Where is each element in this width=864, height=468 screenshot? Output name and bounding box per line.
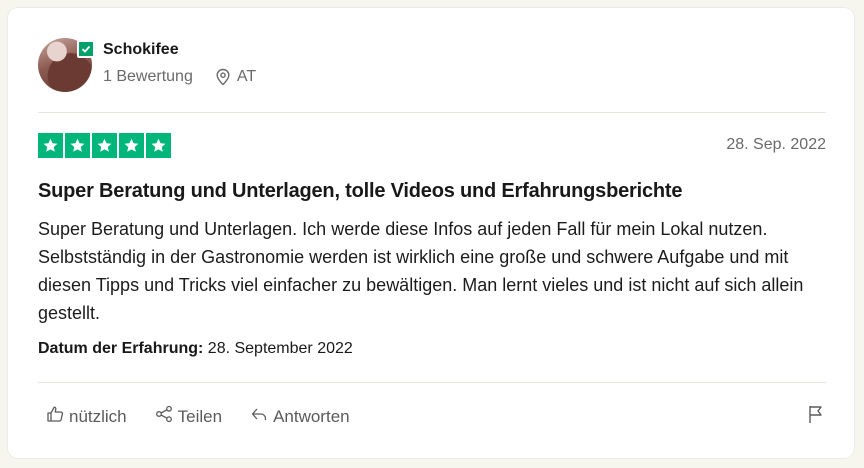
share-icon	[155, 405, 173, 428]
verified-check-icon	[77, 40, 95, 58]
star-icon	[119, 133, 144, 158]
review-count: 1 Bewertung	[103, 68, 193, 85]
review-title[interactable]: Super Beratung und Unterlagen, tolle Vid…	[38, 180, 682, 203]
reply-button[interactable]: Antworten	[250, 405, 350, 428]
divider	[38, 382, 826, 383]
review-body: Super Beratung und Unterlagen. Ich werde…	[38, 219, 804, 323]
experience-date: Datum der Erfahrung: 28. September 2022	[38, 340, 353, 358]
useful-label: nützlich	[69, 406, 127, 426]
divider	[38, 112, 826, 113]
review-actions: nützlich Teilen Antworten	[46, 405, 378, 428]
star-icon	[146, 133, 171, 158]
flag-icon[interactable]	[806, 404, 826, 429]
experience-label: Datum der Erfahrung:	[38, 340, 204, 357]
star-icon	[92, 133, 117, 158]
experience-value: 28. September 2022	[207, 340, 353, 357]
star-rating	[38, 133, 171, 158]
reply-label: Antworten	[273, 406, 350, 426]
share-label: Teilen	[177, 406, 223, 426]
star-icon	[65, 133, 90, 158]
location-pin-icon	[215, 68, 231, 86]
reviewer-meta: 1 Bewertung AT	[103, 68, 256, 86]
review-card: Schokifee 1 Bewertung AT 28. Sep. 2022 S…	[8, 8, 854, 458]
reviewer-name[interactable]: Schokifee	[103, 41, 179, 59]
star-icon	[38, 133, 63, 158]
review-date: 28. Sep. 2022	[726, 136, 826, 153]
useful-button[interactable]: nützlich	[46, 405, 127, 428]
reply-arrow-icon	[250, 405, 268, 428]
thumbs-up-icon	[46, 405, 64, 428]
share-button[interactable]: Teilen	[155, 405, 222, 428]
reviewer-country: AT	[236, 68, 257, 85]
